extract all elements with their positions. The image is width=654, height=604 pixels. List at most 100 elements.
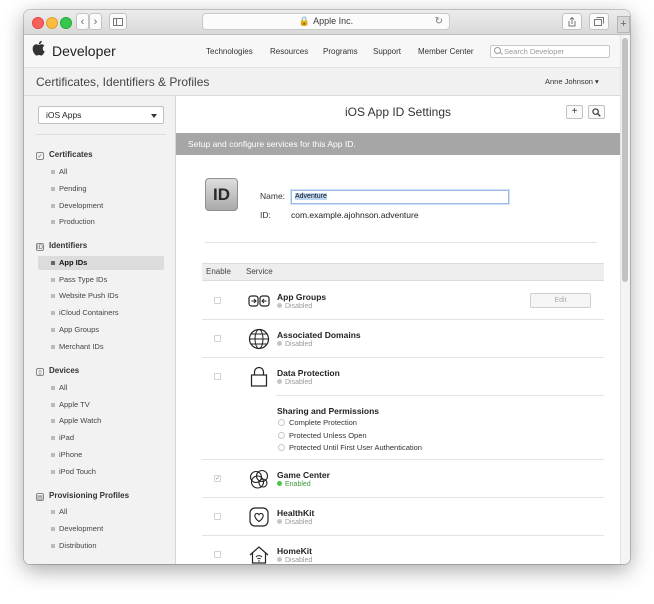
healthkit-icon xyxy=(249,507,269,527)
status-dot xyxy=(277,379,282,384)
platform-dropdown-value: iOS Apps xyxy=(46,110,82,120)
status-dot xyxy=(277,303,282,308)
enable-checkbox-associated-domains[interactable] xyxy=(214,335,221,342)
zoom-window-button[interactable] xyxy=(60,17,72,29)
chevron-down-icon xyxy=(151,114,157,118)
radio-protected-unless-open[interactable]: Protected Unless Open xyxy=(278,431,367,440)
column-service: Service xyxy=(246,267,273,276)
status-text: Disabled xyxy=(285,557,313,564)
service-status: Disabled xyxy=(277,379,312,386)
reload-icon[interactable]: ↻ xyxy=(435,14,443,29)
radio-complete-protection[interactable]: Complete Protection xyxy=(278,418,357,427)
minimize-window-button[interactable] xyxy=(46,17,58,29)
service-status: Disabled xyxy=(277,557,312,564)
page-title: Certificates, Identifiers & Profiles xyxy=(36,75,210,89)
service-status: Disabled xyxy=(277,303,312,310)
search-button[interactable] xyxy=(588,105,605,119)
name-input-value: Adventure xyxy=(295,193,327,200)
nav-member-center[interactable]: Member Center xyxy=(418,47,474,56)
sidebar-item-apple-watch[interactable]: Apple Watch xyxy=(38,414,164,428)
service-row-app-groups: App Groups Disabled Edit xyxy=(202,282,604,320)
sidebar-item-profiles-all[interactable]: All xyxy=(38,505,164,519)
id-label: ID: xyxy=(260,210,271,220)
id-icon: ID xyxy=(36,243,44,251)
sidebar-item-production[interactable]: Production xyxy=(38,215,164,229)
platform-dropdown[interactable]: iOS Apps xyxy=(38,106,164,124)
status-dot xyxy=(277,481,282,486)
developer-title[interactable]: Developer xyxy=(52,43,116,59)
service-status: Enabled xyxy=(277,481,311,488)
device-icon: ▯ xyxy=(36,368,44,376)
status-text: Enabled xyxy=(285,481,311,488)
service-row-game-center: ✓ Game Center Enabled xyxy=(202,460,604,498)
enable-checkbox-game-center[interactable]: ✓ xyxy=(214,475,221,482)
main-title: iOS App ID Settings xyxy=(344,105,452,119)
edit-button[interactable]: Edit xyxy=(530,293,591,308)
sidebar-group-label: Certificates xyxy=(49,150,93,159)
status-dot xyxy=(277,557,282,562)
nav-programs[interactable]: Programs xyxy=(323,47,358,56)
search-icon xyxy=(592,108,601,117)
sidebar-item-ipod-touch[interactable]: iPod Touch xyxy=(38,465,164,479)
section-header: Certificates, Identifiers & Profiles Ann… xyxy=(24,68,620,96)
sidebar-item-apple-tv[interactable]: Apple TV xyxy=(38,398,164,412)
game-center-icon xyxy=(249,469,269,489)
browser-toolbar: ‹ › 🔒 Apple Inc. ↻ xyxy=(24,10,630,35)
back-button[interactable]: ‹ xyxy=(76,13,89,30)
search-input[interactable]: Search Developer xyxy=(490,45,610,58)
user-menu[interactable]: Anne Johnson ▾ xyxy=(545,77,599,86)
enable-checkbox-healthkit[interactable] xyxy=(214,513,221,520)
sidebar-item-app-ids[interactable]: App IDs xyxy=(38,256,164,270)
service-name: Data Protection xyxy=(277,368,340,378)
sidebar-item-icloud-containers[interactable]: iCloud Containers xyxy=(38,306,164,320)
sidebar-item-merchant-ids[interactable]: Merchant IDs xyxy=(38,340,164,354)
sidebar-item-devices-all[interactable]: All xyxy=(38,381,164,395)
sidebar-item-app-groups[interactable]: App Groups xyxy=(38,323,164,337)
divider xyxy=(205,242,597,243)
tabs-overview-button[interactable] xyxy=(589,13,609,30)
service-row-healthkit: HealthKit Disabled xyxy=(202,498,604,536)
nav-resources[interactable]: Resources xyxy=(270,47,308,56)
service-name: HealthKit xyxy=(277,508,315,518)
homekit-icon xyxy=(249,546,269,564)
status-text: Disabled xyxy=(285,341,313,348)
status-text: Disabled xyxy=(285,303,313,310)
browser-window: ‹ › 🔒 Apple Inc. ↻ Developer Technologies… xyxy=(24,10,630,564)
column-enable: Enable xyxy=(206,267,231,276)
sidebar-item-website-push-ids[interactable]: Website Push IDs xyxy=(38,289,164,303)
apple-logo-icon[interactable] xyxy=(32,40,45,56)
sidebar-item-development[interactable]: Development xyxy=(38,199,164,213)
new-tab-button[interactable]: + xyxy=(617,16,630,33)
address-bar[interactable]: 🔒 Apple Inc. ↻ xyxy=(202,13,450,30)
name-input[interactable]: Adventure xyxy=(291,190,509,204)
sidebar-group-provisioning-profiles: ▤ Provisioning Profiles xyxy=(36,491,129,501)
sidebar-item-pending[interactable]: Pending xyxy=(38,182,164,196)
service-row-associated-domains: Associated Domains Disabled xyxy=(202,320,604,358)
sidebar-item-distribution[interactable]: Distribution xyxy=(38,539,164,553)
forward-button[interactable]: › xyxy=(89,13,102,30)
sidebar-divider xyxy=(36,134,166,135)
sidebar-item-iphone[interactable]: iPhone xyxy=(38,448,164,462)
radio-protected-until-first-auth[interactable]: Protected Until First User Authenticatio… xyxy=(278,443,422,452)
close-window-button[interactable] xyxy=(32,17,44,29)
enable-checkbox-app-groups[interactable] xyxy=(214,297,221,304)
service-status: Disabled xyxy=(277,519,312,526)
services-table-header: Enable Service xyxy=(202,263,604,281)
nav-support[interactable]: Support xyxy=(373,47,401,56)
address-text: Apple Inc. xyxy=(313,16,354,26)
nav-technologies[interactable]: Technologies xyxy=(206,47,253,56)
sidebar-item-pass-type-ids[interactable]: Pass Type IDs xyxy=(38,273,164,287)
sidebar-item-ipad[interactable]: iPad xyxy=(38,431,164,445)
sidebar-toggle-button[interactable] xyxy=(109,13,127,30)
scrollbar-thumb[interactable] xyxy=(622,38,628,282)
certificate-icon: ✓ xyxy=(36,152,44,160)
sidebar-item-certificates-all[interactable]: All xyxy=(38,165,164,179)
enable-checkbox-data-protection[interactable] xyxy=(214,373,221,380)
sidebar-item-profiles-development[interactable]: Development xyxy=(38,522,164,536)
enable-checkbox-homekit[interactable] xyxy=(214,551,221,558)
add-button[interactable]: + xyxy=(566,105,583,119)
share-button[interactable] xyxy=(562,13,582,30)
sidebar-group-identifiers: ID Identifiers xyxy=(36,241,87,251)
share-icon xyxy=(568,16,576,27)
bundle-id-value: com.example.ajohnson.adventure xyxy=(291,210,419,220)
